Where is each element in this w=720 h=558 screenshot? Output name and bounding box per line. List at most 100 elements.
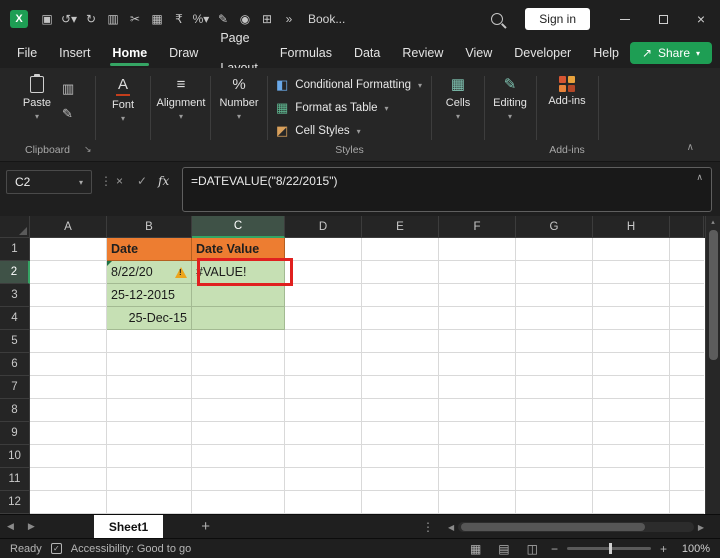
tab-view[interactable]: View bbox=[454, 38, 503, 68]
cell-D1[interactable] bbox=[285, 238, 362, 261]
cell-C12[interactable] bbox=[192, 491, 285, 514]
cell-D7[interactable] bbox=[285, 376, 362, 399]
cell-B8[interactable] bbox=[107, 399, 192, 422]
row-header-12[interactable]: 12 bbox=[0, 491, 30, 514]
tab-home[interactable]: Home bbox=[101, 38, 158, 68]
cancel-icon[interactable]: × bbox=[116, 174, 123, 188]
cell-A8[interactable] bbox=[30, 399, 107, 422]
cell-C3[interactable] bbox=[192, 284, 285, 307]
number-group-button[interactable]: % Number ▾ bbox=[212, 76, 266, 121]
column-header-E[interactable]: E bbox=[362, 216, 439, 238]
sheet-tab-sheet1[interactable]: Sheet1 bbox=[93, 514, 164, 539]
cell-F6[interactable] bbox=[439, 353, 516, 376]
sheet-options-icon[interactable]: ⋮ bbox=[422, 520, 434, 534]
cell-H11[interactable] bbox=[593, 468, 670, 491]
tab-formulas[interactable]: Formulas bbox=[269, 38, 343, 68]
cell-F11[interactable] bbox=[439, 468, 516, 491]
cell-D6[interactable] bbox=[285, 353, 362, 376]
zoom-slider-thumb[interactable] bbox=[608, 543, 612, 554]
cell-D9[interactable] bbox=[285, 422, 362, 445]
cell-C11[interactable] bbox=[192, 468, 285, 491]
tab-file[interactable]: File bbox=[6, 38, 48, 68]
row-header-1[interactable]: 1 bbox=[0, 238, 30, 261]
cell-A9[interactable] bbox=[30, 422, 107, 445]
row-header-3[interactable]: 3 bbox=[0, 284, 30, 307]
cell-F1[interactable] bbox=[439, 238, 516, 261]
cell-D12[interactable] bbox=[285, 491, 362, 514]
cell-G11[interactable] bbox=[516, 468, 593, 491]
search-icon[interactable] bbox=[491, 13, 504, 25]
font-group-button[interactable]: A Font ▾ bbox=[98, 76, 148, 123]
tab-developer[interactable]: Developer bbox=[503, 38, 582, 68]
horizontal-scrollbar[interactable]: ◀ ▶ bbox=[448, 520, 704, 534]
cell-G12[interactable] bbox=[516, 491, 593, 514]
cell-B9[interactable] bbox=[107, 422, 192, 445]
cell-E2[interactable] bbox=[362, 261, 439, 284]
cell-D3[interactable] bbox=[285, 284, 362, 307]
copy-icon[interactable]: ▥ bbox=[102, 12, 124, 26]
row-header-5[interactable]: 5 bbox=[0, 330, 30, 353]
cell-E3[interactable] bbox=[362, 284, 439, 307]
alignment-group-button[interactable]: ≡ Alignment ▾ bbox=[152, 76, 210, 121]
cell-B3[interactable]: 25-12-2015 bbox=[107, 284, 192, 307]
cell-C8[interactable] bbox=[192, 399, 285, 422]
tab-help[interactable]: Help bbox=[582, 38, 630, 68]
editing-group-button[interactable]: ✎ Editing ▾ bbox=[486, 76, 534, 121]
cell-C2[interactable]: #VALUE! bbox=[192, 258, 293, 286]
vertical-scrollbar[interactable]: ▴ bbox=[705, 216, 720, 514]
row-header-7[interactable]: 7 bbox=[0, 376, 30, 399]
cell-G1[interactable] bbox=[516, 238, 593, 261]
excel-app-icon[interactable] bbox=[10, 10, 28, 28]
cell-F4[interactable] bbox=[439, 307, 516, 330]
tab-draw[interactable]: Draw bbox=[158, 38, 209, 68]
zoom-in-icon[interactable]: + bbox=[660, 542, 667, 556]
normal-view-button[interactable]: ▦ bbox=[466, 542, 485, 556]
share-button[interactable]: ↗ Share ▾ bbox=[629, 42, 713, 64]
cell-D4[interactable] bbox=[285, 307, 362, 330]
horizontal-scrollbar-thumb[interactable] bbox=[461, 523, 645, 531]
zoom-level[interactable]: 100% bbox=[676, 543, 710, 555]
cell-C9[interactable] bbox=[192, 422, 285, 445]
cell-styles-button[interactable]: ◩ Cell Styles ▾ bbox=[276, 122, 361, 140]
collapse-ribbon-icon[interactable]: ∧ bbox=[687, 142, 694, 153]
cell-A12[interactable] bbox=[30, 491, 107, 514]
conditional-formatting-button[interactable]: ◧ Conditional Formatting ▾ bbox=[276, 76, 422, 94]
row-header-10[interactable]: 10 bbox=[0, 445, 30, 468]
zoom-out-icon[interactable]: − bbox=[551, 542, 558, 556]
cell-C5[interactable] bbox=[192, 330, 285, 353]
new-sheet-icon[interactable]: + bbox=[201, 518, 210, 535]
cell-E7[interactable] bbox=[362, 376, 439, 399]
redo-icon[interactable]: ↻ bbox=[80, 12, 102, 26]
enter-icon[interactable]: ✓ bbox=[137, 174, 147, 188]
cell-F2[interactable] bbox=[439, 261, 516, 284]
page-layout-view-button[interactable]: ▤ bbox=[494, 542, 513, 556]
clipboard-dialog-launcher-icon[interactable]: ↘ bbox=[84, 144, 92, 155]
cell-A11[interactable] bbox=[30, 468, 107, 491]
cell-B2[interactable]: 8/22/20 bbox=[107, 261, 192, 284]
cell-B11[interactable] bbox=[107, 468, 192, 491]
cell-H7[interactable] bbox=[593, 376, 670, 399]
cell-G10[interactable] bbox=[516, 445, 593, 468]
cell-B6[interactable] bbox=[107, 353, 192, 376]
column-header-A[interactable]: A bbox=[30, 216, 107, 238]
column-header-H[interactable]: H bbox=[593, 216, 670, 238]
cell-A1[interactable] bbox=[30, 238, 107, 261]
chart-icon[interactable]: ▦ bbox=[146, 12, 168, 26]
column-header-G[interactable]: G bbox=[516, 216, 593, 238]
cell-G7[interactable] bbox=[516, 376, 593, 399]
cell-H9[interactable] bbox=[593, 422, 670, 445]
cell-H4[interactable] bbox=[593, 307, 670, 330]
row-header-8[interactable]: 8 bbox=[0, 399, 30, 422]
row-header-4[interactable]: 4 bbox=[0, 307, 30, 330]
cell-E4[interactable] bbox=[362, 307, 439, 330]
insert-function-icon[interactable]: fx bbox=[158, 174, 169, 188]
format-as-table-button[interactable]: ▦ Format as Table ▾ bbox=[276, 99, 389, 117]
sheet-nav-left-icon[interactable]: ◀ bbox=[0, 521, 21, 532]
cell-B4[interactable]: 25-Dec-15 bbox=[107, 307, 192, 330]
cell-F9[interactable] bbox=[439, 422, 516, 445]
cell-D11[interactable] bbox=[285, 468, 362, 491]
cell-A10[interactable] bbox=[30, 445, 107, 468]
accessibility-status[interactable]: Accessibility: Good to go bbox=[71, 543, 191, 555]
cell-H8[interactable] bbox=[593, 399, 670, 422]
zoom-slider[interactable] bbox=[566, 543, 651, 554]
